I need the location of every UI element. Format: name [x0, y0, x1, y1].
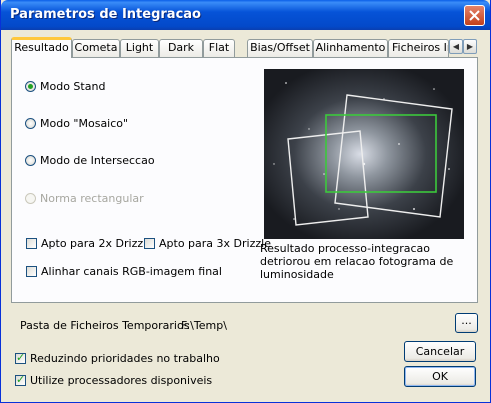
temp-folder-path: F:\Temp\ — [181, 319, 227, 332]
cancel-button[interactable]: Cancelar — [404, 341, 476, 362]
tab-cometa[interactable]: Cometa — [72, 39, 120, 57]
align-rgb-checkbox[interactable]: Alinhar canais RGB-imagem final — [26, 263, 222, 279]
tab-flat[interactable]: Flat — [203, 39, 235, 57]
drizzle-2x-checkbox[interactable]: Apto para 2x Drizzle — [26, 235, 153, 251]
drizzle-3x-checkbox[interactable]: Apto para 3x Drizzle — [144, 235, 271, 251]
radio-indicator — [25, 192, 36, 204]
tab-ficheiros[interactable]: Ficheiros Inte — [388, 39, 449, 57]
browse-folder-button[interactable]: ... — [455, 313, 478, 333]
tab-bias-offset[interactable]: Bias/Offset — [247, 39, 313, 57]
tab-dark[interactable]: Dark — [159, 39, 203, 57]
close-button[interactable] — [464, 5, 485, 26]
checkbox-label: Apto para 3x Drizzle — [159, 236, 271, 250]
window-title: Parametros de Integracao — [10, 7, 201, 22]
radio-modo-mosaico[interactable]: Modo "Mosaico" — [25, 115, 128, 131]
checkbox-label: Alinhar canais RGB-imagem final — [41, 264, 222, 278]
tab-scroll-right-button[interactable]: ▶ — [463, 39, 477, 54]
tab-scroll-left-button[interactable]: ◀ — [449, 39, 463, 54]
radio-label: Modo Stand — [40, 79, 106, 93]
radio-modo-stand[interactable]: Modo Stand — [25, 78, 105, 94]
tab-light[interactable]: Light — [120, 39, 159, 57]
checkbox-indicator — [144, 237, 155, 249]
radio-modo-interseccao[interactable]: Modo de Interseccao — [25, 152, 155, 168]
radio-label: Modo "Mosaico" — [40, 116, 129, 130]
radio-indicator — [25, 80, 36, 92]
checkbox-label: Reduzindo prioridades no trabalho — [30, 351, 220, 365]
tab-resultado[interactable]: Resultado — [11, 37, 72, 58]
checkbox-indicator — [15, 351, 26, 364]
radio-label: Modo de Interseccao — [40, 153, 155, 167]
arrow-left-icon: ◀ — [452, 42, 460, 51]
checkbox-indicator — [26, 265, 37, 277]
title-bar[interactable]: Parametros de Integracao — [1, 0, 490, 30]
radio-indicator — [25, 154, 36, 166]
radio-indicator — [25, 117, 36, 129]
reduce-priority-checkbox[interactable]: Reduzindo prioridades no trabalho — [15, 350, 220, 366]
radio-norma-rectangular: Norma rectangular — [25, 190, 144, 206]
preview-caption: Resultado processo-integracao detriorou … — [260, 242, 454, 281]
close-icon — [469, 10, 480, 21]
use-processors-checkbox[interactable]: Utilize processadores disponiveis — [15, 372, 212, 388]
temp-folder-label: Pasta de Ficheiros Temporarios — [20, 319, 190, 332]
tab-panel-resultado: Modo Stand Modo "Mosaico" Modo de Inters… — [11, 57, 478, 303]
tab-alinhamento[interactable]: Alinhamento — [313, 39, 388, 57]
checkbox-label: Utilize processadores disponiveis — [30, 373, 213, 387]
checkbox-indicator — [26, 237, 37, 249]
tab-strip: Resultado Cometa Light Dark Flat Bias/Of… — [11, 37, 478, 58]
checkbox-indicator — [15, 373, 26, 386]
checkbox-label: Apto para 2x Drizzle — [41, 236, 153, 250]
dialog-window: Parametros de Integracao Resultado Comet… — [0, 0, 491, 403]
arrow-right-icon: ▶ — [466, 42, 474, 51]
radio-label: Norma rectangular — [40, 191, 144, 205]
ok-button[interactable]: OK — [404, 366, 476, 387]
integration-preview-image — [264, 69, 464, 239]
